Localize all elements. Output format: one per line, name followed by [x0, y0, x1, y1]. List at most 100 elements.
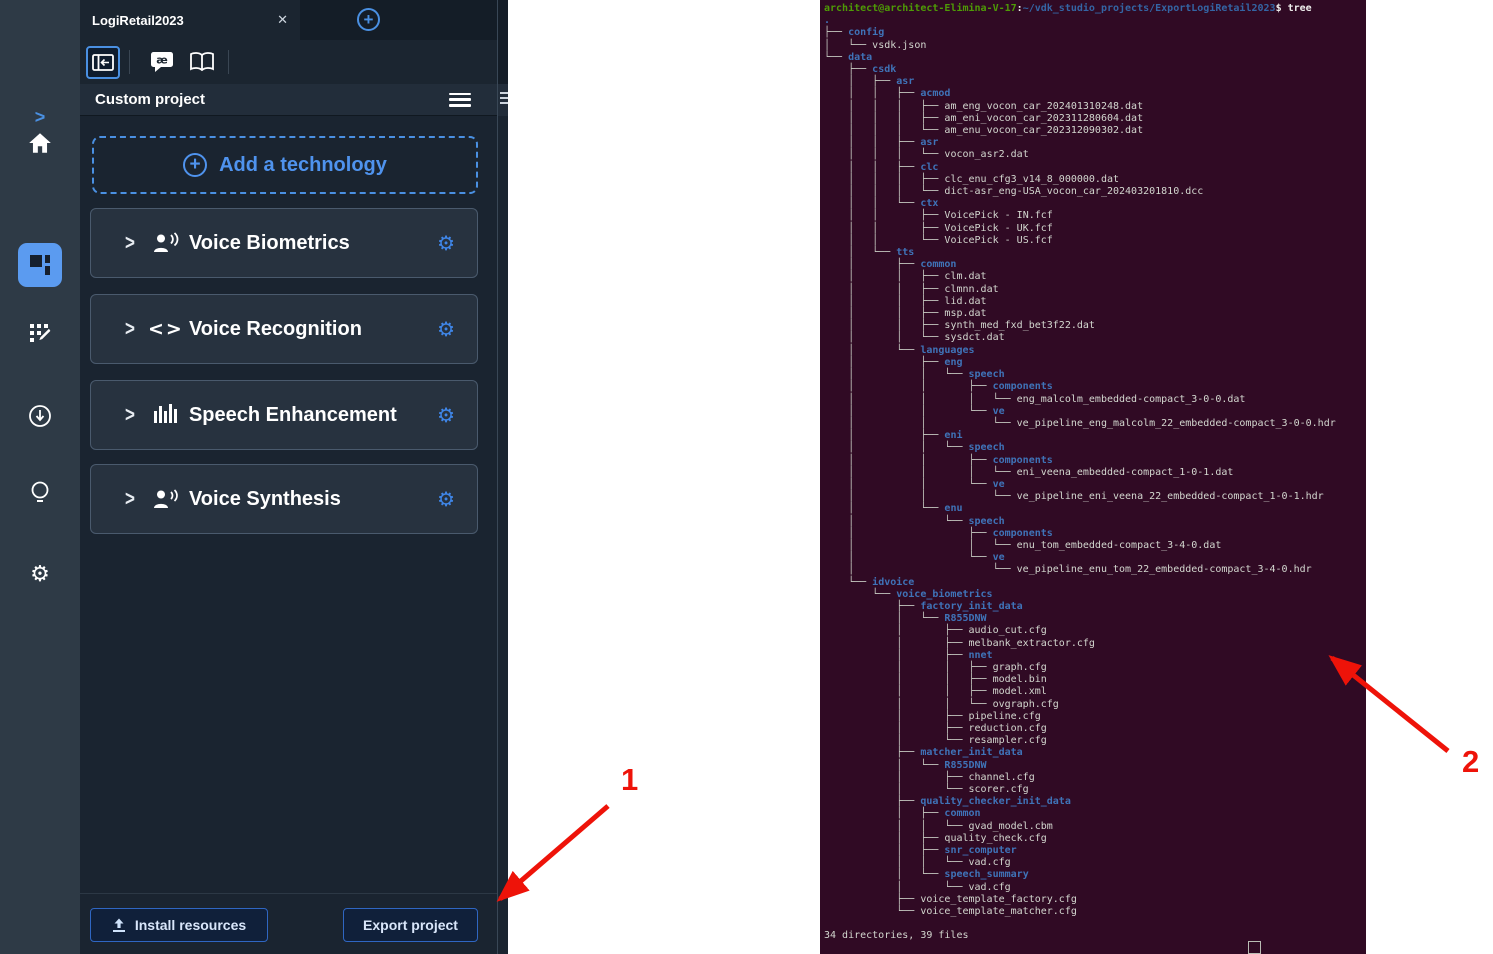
terminal-window[interactable]: architect@architect-Elimina-V-17:~/vdk_s…: [820, 0, 1366, 954]
plus-circle-icon: +: [183, 153, 207, 177]
voice-synthesis-icon: [151, 488, 181, 510]
tree-directory-line: │ │ └── speech: [824, 369, 1366, 381]
gear-icon[interactable]: ⚙: [437, 317, 455, 341]
tree-file-line: │ └── resampler.cfg: [824, 735, 1366, 747]
screenshot-root: >: [0, 0, 1493, 954]
vdk-studio-window: >: [0, 0, 508, 954]
sidebar-item-downloads[interactable]: [0, 394, 80, 438]
close-tab-icon[interactable]: ✕: [277, 12, 288, 28]
tab-logiretail2023[interactable]: LogiRetail2023 ✕: [80, 0, 300, 40]
tree-file-line: │ │ ├── clm.dat: [824, 271, 1366, 283]
tree-file-line: │ │ └── enu_tom_embedded-compact_3-4-0.d…: [824, 540, 1366, 552]
tree-file-line: │ │ └── vad.cfg: [824, 857, 1366, 869]
download-circle-icon: [27, 403, 53, 429]
tree-directory-line: │ ├── eng: [824, 357, 1366, 369]
tree-file-line: ├── voice_template_factory.cfg: [824, 894, 1366, 906]
prompt-command: tree: [1288, 3, 1312, 14]
gear-icon[interactable]: ⚙: [437, 231, 455, 255]
tree-file-line: │ │ └── VoicePick - US.fcf: [824, 235, 1366, 247]
tree-file-line: │ │ ├── VoicePick - IN.fcf: [824, 210, 1366, 222]
chevron-right-icon[interactable]: >: [125, 487, 135, 512]
open-book-icon: [189, 51, 215, 73]
tree-directory-line: │ │ ├── asr: [824, 137, 1366, 149]
tech-card-voice-biometrics[interactable]: > Voice Biometrics ⚙: [90, 208, 478, 278]
tree-file-line: │ ├── channel.cfg: [824, 772, 1366, 784]
tree-file-line: │ │ │ ├── am_eni_vocon_car_202311280604.…: [824, 113, 1366, 125]
export-project-button[interactable]: Export project: [343, 908, 478, 942]
panel-title: Custom project: [95, 91, 449, 108]
tree-directory-line: │ └── speech: [824, 516, 1366, 528]
menu-icon[interactable]: [449, 93, 471, 107]
tree-directory-line: │ │ └── ve: [824, 406, 1366, 418]
tree-file-line: │ │ └── ve_pipeline_eni_veena_22_embedde…: [824, 491, 1366, 503]
tree-directory-line: │ └── languages: [824, 345, 1366, 357]
gear-icon[interactable]: ⚙: [437, 487, 455, 511]
adjacent-panel-edge: [497, 0, 508, 954]
tree-directory-line: └── idvoice: [824, 577, 1366, 589]
tree-file-line: │ │ ├── msp.dat: [824, 308, 1366, 320]
sidebar-item-settings[interactable]: ⚙: [0, 553, 80, 597]
tree-file-line: │ ├── quality_check.cfg: [824, 833, 1366, 845]
tree-file-line: │ └── vad.cfg: [824, 882, 1366, 894]
terminal-artifact-box: [1248, 941, 1261, 954]
new-tab-button[interactable]: +: [357, 8, 380, 31]
tree-file-line: │ │ │ └── eni_veena_embedded-compact_1-0…: [824, 467, 1366, 479]
tree-file-line: │ │ └── sysdct.dat: [824, 332, 1366, 344]
tree-directory-line: │ ├── nnet: [824, 650, 1366, 662]
tree-file-line: │ │ ├── graph.cfg: [824, 662, 1366, 674]
tree-directory-line: │ │ ├── acmod: [824, 88, 1366, 100]
tree-directory-line: │ ├── eni: [824, 430, 1366, 442]
tree-file-line: │ └── scorer.cfg: [824, 784, 1366, 796]
voice-recognition-icon: <>: [151, 318, 181, 340]
tree-directory-line: ├── quality_checker_init_data: [824, 796, 1366, 808]
tree-directory-line: │ │ └── speech: [824, 442, 1366, 454]
plus-icon: +: [364, 10, 374, 30]
phonetics-bubble-icon: æ: [150, 51, 174, 73]
dictionary-tool-button[interactable]: [185, 46, 219, 79]
tree-directory-line: ├── factory_init_data: [824, 601, 1366, 613]
tree-file-line: └── voice_template_matcher.cfg: [824, 906, 1366, 918]
lightbulb-icon: [28, 479, 52, 507]
tab-title: LogiRetail2023: [92, 13, 277, 28]
tree-directory-line: │ └── enu: [824, 503, 1366, 515]
tree-file-line: │ │ │ └── eng_malcolm_embedded-compact_3…: [824, 394, 1366, 406]
sidebar-toggle-icon: [92, 54, 114, 71]
install-resources-label: Install resources: [135, 917, 246, 933]
add-technology-label: Add a technology: [219, 154, 387, 177]
tree-directory-line: │ └── R855DNW: [824, 613, 1366, 625]
tree-directory-line: │ │ └── ve: [824, 479, 1366, 491]
home-icon: [27, 131, 53, 155]
tree-directory-line: │ ├── components: [824, 528, 1366, 540]
toggle-sidebar-panel-button[interactable]: [86, 46, 120, 79]
tech-card-speech-enhancement[interactable]: > Speech Enhancement ⚙: [90, 380, 478, 450]
sidebar-item-tips[interactable]: [0, 471, 80, 515]
tree-file-line: │ └── ve_pipeline_enu_tom_22_embedded-co…: [824, 564, 1366, 576]
arrow-1-to-export-project: [500, 806, 608, 899]
phonetics-tool-button[interactable]: æ: [145, 46, 179, 79]
add-technology-button[interactable]: + Add a technology: [92, 136, 478, 194]
menu-icon-partial: [500, 92, 508, 104]
upload-icon: [112, 918, 126, 933]
sidebar-item-editor[interactable]: [0, 311, 80, 355]
tech-card-voice-synthesis[interactable]: > Voice Synthesis ⚙: [90, 464, 478, 534]
tech-card-voice-recognition[interactable]: > <> Voice Recognition ⚙: [90, 294, 478, 364]
sidebar-item-project-dashboard[interactable]: [18, 243, 62, 287]
chevron-right-icon[interactable]: >: [125, 317, 135, 342]
sidebar-item-home[interactable]: [0, 121, 80, 165]
chevron-right-icon[interactable]: >: [125, 231, 135, 256]
app-sidebar: >: [0, 0, 80, 954]
tree-file-line: │ └── vsdk.json: [824, 40, 1366, 52]
gear-icon[interactable]: ⚙: [437, 403, 455, 427]
tech-card-label: Voice Recognition: [189, 318, 437, 341]
tree-file-line: │ │ │ └── dict-asr_eng-USA_vocon_car_202…: [824, 186, 1366, 198]
tree-file-line: │ │ └── ve_pipeline_eng_malcolm_22_embed…: [824, 418, 1366, 430]
tree-file-line: │ │ │ ├── am_eng_vocon_car_202401310248.…: [824, 101, 1366, 113]
annotation-label-1: 1: [621, 762, 638, 798]
chevron-right-icon[interactable]: >: [125, 403, 135, 428]
tree-directory-line: │ │ ├── components: [824, 455, 1366, 467]
tree-file-line: │ │ ├── clmnn.dat: [824, 284, 1366, 296]
install-resources-button[interactable]: Install resources: [90, 908, 268, 942]
tree-file-line: │ │ │ └── am_enu_vocon_car_202312090302.…: [824, 125, 1366, 137]
tree-directory-line: │ └── speech_summary: [824, 869, 1366, 881]
tree-file-line: │ │ ├── VoicePick - UK.fcf: [824, 223, 1366, 235]
